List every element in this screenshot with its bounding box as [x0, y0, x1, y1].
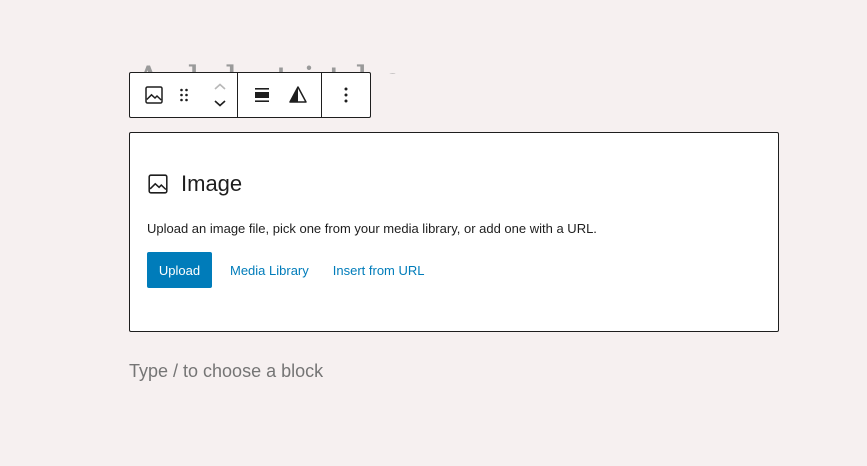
- more-vertical-icon: [344, 87, 348, 103]
- image-block-actions: Upload Media Library Insert from URL: [147, 252, 425, 288]
- image-block-placeholder[interactable]: Image Upload an image file, pick one fro…: [129, 132, 779, 332]
- options-button[interactable]: [322, 73, 370, 117]
- block-toolbar: [129, 72, 371, 118]
- media-library-button[interactable]: Media Library: [230, 263, 309, 278]
- align-wide-icon: [254, 88, 269, 102]
- duotone-filter-icon: [289, 86, 307, 103]
- image-block-title: Image: [181, 171, 243, 196]
- chevron-up-icon: [214, 83, 226, 90]
- duotone-button[interactable]: [286, 73, 310, 117]
- upload-button[interactable]: Upload: [147, 252, 212, 288]
- move-up-button[interactable]: [213, 80, 227, 94]
- default-block-appender[interactable]: Type / to choose a block: [129, 361, 323, 382]
- toolbar-group-settings: [238, 73, 322, 117]
- insert-from-url-button[interactable]: Insert from URL: [333, 263, 425, 278]
- image-block-instructions: Upload an image file, pick one from your…: [147, 221, 597, 236]
- toolbar-group-block: [130, 73, 238, 117]
- image-icon: [148, 174, 168, 194]
- block-mover: [208, 80, 232, 110]
- image-block-label: Image: [147, 171, 242, 197]
- drag-handle-icon: [180, 88, 188, 102]
- chevron-down-icon: [214, 100, 226, 107]
- align-button[interactable]: [238, 73, 286, 117]
- post-title-input[interactable]: Add title: [134, 52, 416, 74]
- block-type-button[interactable]: [130, 73, 178, 117]
- drag-handle[interactable]: [178, 73, 190, 117]
- move-down-button[interactable]: [213, 96, 227, 110]
- image-icon: [145, 86, 163, 104]
- toolbar-group-options: [322, 73, 370, 117]
